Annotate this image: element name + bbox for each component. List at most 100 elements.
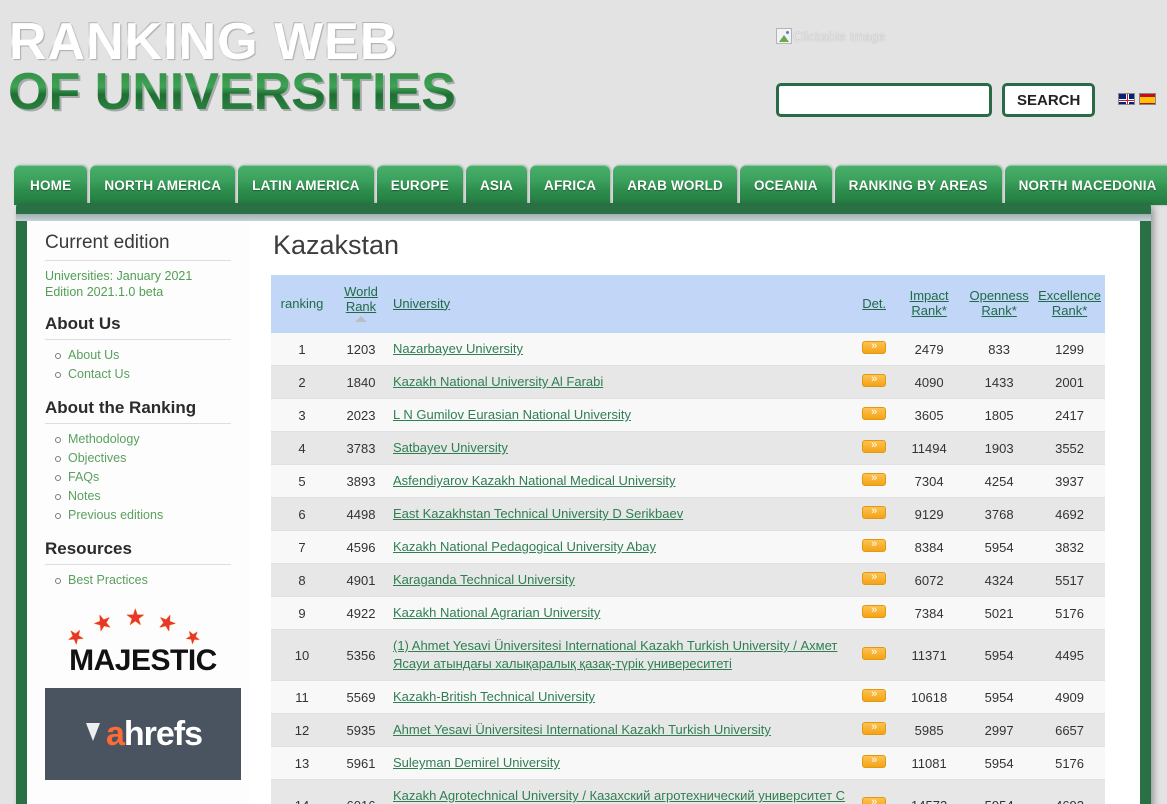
ahrefs-letters-rest: hrefs bbox=[123, 714, 203, 753]
sidebar-item-notes[interactable]: Notes bbox=[55, 487, 231, 506]
main-content: Kazakstan ranking World Rank University … bbox=[249, 214, 1140, 804]
detail-icon[interactable] bbox=[862, 438, 887, 453]
detail-icon[interactable] bbox=[862, 570, 887, 585]
sidebar-item-faqs[interactable]: FAQs bbox=[55, 468, 231, 487]
cell-excellence-rank: 3832 bbox=[1055, 539, 1085, 555]
cell-ranking: 2 bbox=[298, 374, 306, 390]
nav-tab-home[interactable]: HOME bbox=[14, 165, 88, 205]
detail-icon[interactable] bbox=[862, 720, 887, 735]
sidebar-item-methodology[interactable]: Methodology bbox=[55, 430, 231, 449]
cell-university: Kazakh Agrotechnical University / Казахс… bbox=[389, 780, 854, 804]
majestic-logo[interactable]: ★ ★ ★ ★ ★ MAJESTIC bbox=[45, 606, 241, 686]
university-link[interactable]: Kazakh National Pedagogical University A… bbox=[393, 539, 656, 554]
university-link[interactable]: Karaganda Technical University bbox=[393, 572, 575, 587]
impact-rank-sort-link[interactable]: Impact Rank* bbox=[910, 288, 949, 318]
search-input[interactable] bbox=[776, 83, 992, 117]
cell-openness-rank: 5954 bbox=[984, 647, 1014, 663]
university-link[interactable]: Kazakh National University Al Farabi bbox=[393, 374, 603, 389]
sort-ascending-icon bbox=[355, 316, 367, 322]
column-header-excellence-rank[interactable]: Excellence Rank* bbox=[1034, 275, 1105, 333]
nav-tab-north-macedonia[interactable]: NORTH MACEDONIA bbox=[1004, 165, 1167, 205]
column-header-det[interactable]: Det. bbox=[854, 275, 895, 333]
university-link[interactable]: Asfendiyarov Kazakh National Medical Uni… bbox=[393, 473, 676, 488]
university-link[interactable]: Nazarbayev University bbox=[393, 341, 523, 356]
search-button[interactable]: SEARCH bbox=[1002, 83, 1096, 117]
detail-icon[interactable] bbox=[862, 504, 887, 519]
nav-tab-africa[interactable]: AFRICA bbox=[530, 165, 611, 205]
detail-icon[interactable] bbox=[862, 405, 887, 420]
detail-icon[interactable] bbox=[862, 687, 887, 702]
horizontal-scrollbar[interactable] bbox=[16, 214, 1151, 221]
university-link[interactable]: Satbayev University bbox=[393, 440, 508, 455]
header-banner-image[interactable]: Clickable Image bbox=[776, 28, 886, 44]
site-logo[interactable]: RANKING WEB OF UNIVERSITIES bbox=[8, 15, 508, 118]
detail-icon[interactable] bbox=[862, 753, 887, 768]
table-row: 1 1203 Nazarbayev University 2479 833 1299 bbox=[271, 333, 1105, 366]
cell-ranking: 13 bbox=[294, 755, 310, 771]
nav-tab-latin-america[interactable]: LATIN AMERICA bbox=[238, 165, 374, 205]
sidebar-item-objectives[interactable]: Objectives bbox=[55, 449, 231, 468]
nav-tab-arab-world[interactable]: ARAB WORLD bbox=[613, 165, 737, 205]
university-link[interactable]: (1) Ahmet Yesavi Üniversitesi Internatio… bbox=[393, 638, 837, 671]
ahrefs-logo[interactable]: ahrefs bbox=[45, 688, 241, 780]
cell-excellence-rank: 5176 bbox=[1055, 605, 1085, 621]
sidebar-list-about-ranking: Methodology Objectives FAQs Notes Previous e… bbox=[45, 430, 231, 525]
detail-icon[interactable] bbox=[862, 372, 887, 387]
nav-tab-asia[interactable]: ASIA bbox=[465, 165, 528, 205]
table-row: 4 3783 Satbayev University 11494 1903 3552 bbox=[271, 431, 1105, 465]
cell-impact-rank: 9129 bbox=[914, 506, 944, 522]
university-link[interactable]: Ahmet Yesavi Üniversitesi International … bbox=[393, 722, 771, 737]
impact-label-line1: Impact bbox=[909, 288, 949, 303]
world-rank-sort-link[interactable]: World Rank bbox=[344, 284, 378, 314]
nav-tab-ranking-by-areas[interactable]: RANKING BY AREAS bbox=[834, 165, 1002, 205]
sidebar-item-about-us[interactable]: About Us bbox=[55, 346, 231, 365]
openness-rank-sort-link[interactable]: Openness Rank* bbox=[969, 288, 1028, 318]
university-link[interactable]: East Kazakhstan Technical University D S… bbox=[393, 506, 683, 521]
detail-icon[interactable] bbox=[862, 645, 887, 660]
english-flag-icon[interactable] bbox=[1118, 93, 1135, 105]
sidebar-item-best-practices[interactable]: Best Practices bbox=[55, 571, 231, 590]
cell-excellence-rank: 6657 bbox=[1055, 722, 1085, 738]
cell-openness-rank: 5021 bbox=[984, 605, 1014, 621]
cell-ranking: 7 bbox=[298, 539, 306, 555]
cell-det bbox=[854, 780, 894, 804]
detail-icon[interactable] bbox=[862, 603, 887, 618]
column-header-world-rank[interactable]: World Rank bbox=[333, 275, 389, 333]
detail-icon[interactable] bbox=[862, 339, 887, 354]
university-link[interactable]: Suleyman Demirel University bbox=[393, 755, 560, 770]
cell-openness-rank: 5954 bbox=[984, 689, 1014, 705]
detail-icon[interactable] bbox=[862, 537, 887, 552]
det-link[interactable]: Det. bbox=[862, 296, 886, 311]
cell-openness-rank: 833 bbox=[988, 341, 1010, 357]
sidebar-heading-about-us: About Us bbox=[45, 314, 231, 340]
cell-world-rank: 2023 bbox=[346, 407, 376, 423]
sidebar-item-contact-us[interactable]: Contact Us bbox=[55, 365, 231, 384]
column-header-university[interactable]: University bbox=[389, 275, 855, 333]
openness-label-line1: Openness bbox=[969, 288, 1029, 303]
sidebar-item-previous-editions[interactable]: Previous editions bbox=[55, 506, 231, 525]
university-sort-link[interactable]: University bbox=[393, 296, 450, 311]
column-header-openness-rank[interactable]: Openness Rank* bbox=[964, 275, 1035, 333]
university-link[interactable]: Kazakh National Agrarian University bbox=[393, 605, 600, 620]
detail-icon[interactable] bbox=[862, 795, 887, 804]
cell-world-rank: 4498 bbox=[346, 506, 376, 522]
cell-university: Satbayev University bbox=[389, 432, 854, 465]
university-link[interactable]: Kazakh-British Technical University bbox=[393, 689, 595, 704]
content-frame: Current edition Universities: January 20… bbox=[16, 203, 1151, 804]
university-link[interactable]: Kazakh Agrotechnical University / Казахс… bbox=[393, 788, 845, 804]
nav-tab-europe[interactable]: EUROPE bbox=[376, 165, 463, 205]
cell-university: Nazarbayev University bbox=[389, 333, 854, 366]
table-row: 2 1840 Kazakh National University Al Farab… bbox=[271, 365, 1105, 399]
cell-world-rank: 1203 bbox=[346, 341, 376, 357]
broken-image-icon bbox=[776, 28, 792, 44]
spanish-flag-icon[interactable] bbox=[1139, 93, 1156, 105]
cell-det bbox=[854, 714, 894, 747]
column-header-impact-rank[interactable]: Impact Rank* bbox=[894, 275, 965, 333]
sidebar-list-resources: Best Practices bbox=[45, 571, 231, 590]
cell-det bbox=[854, 465, 894, 498]
detail-icon[interactable] bbox=[862, 471, 887, 486]
university-link[interactable]: L N Gumilov Eurasian National University bbox=[393, 407, 631, 422]
nav-tab-north-america[interactable]: NORTH AMERICA bbox=[90, 165, 236, 205]
excellence-rank-sort-link[interactable]: Excellence Rank* bbox=[1038, 288, 1101, 318]
nav-tab-oceania[interactable]: OCEANIA bbox=[739, 165, 832, 205]
